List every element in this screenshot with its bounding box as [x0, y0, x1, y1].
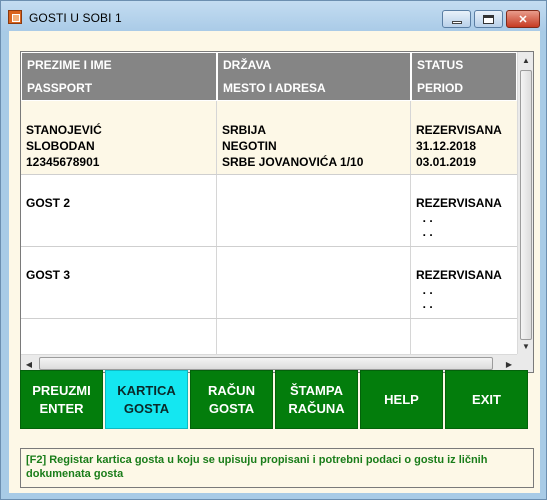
close-icon: ✕ [518, 13, 528, 26]
status-text: [F2] Registar kartica gosta u koju se up… [26, 454, 488, 480]
column-header-line2: PERIOD [417, 81, 464, 95]
column-header-line1: STATUS [417, 58, 464, 72]
racun-gosta-button[interactable]: RAČUN GOSTA [190, 370, 273, 429]
table-row[interactable] [21, 319, 517, 354]
help-status-bar: [F2] Registar kartica gosta u koju se up… [20, 448, 534, 488]
kartica-gosta-button[interactable]: KARTICA GOSTA [105, 370, 188, 429]
column-header-line2: PASSPORT [27, 81, 93, 95]
button-label: ŠTAMPA RAČUNA [288, 382, 345, 416]
close-button[interactable]: ✕ [506, 10, 540, 28]
column-header-name[interactable]: PREZIME I IME PASSPORT [21, 52, 217, 101]
cell-line: 31.12.2018 [416, 139, 477, 153]
scroll-up-icon[interactable]: ▲ [518, 52, 534, 68]
grid-header: PREZIME I IME PASSPORT DRŽAVA MESTO I AD… [21, 52, 517, 101]
window-title: GOSTI U SOBI 1 [29, 11, 122, 25]
horizontal-scroll-thumb[interactable] [39, 357, 493, 370]
exit-button[interactable]: EXIT [445, 370, 528, 429]
column-header-line1: PREZIME I IME [27, 58, 112, 72]
vertical-scrollbar[interactable]: ▲ ▼ [517, 52, 533, 354]
cell-name [21, 319, 217, 354]
stampa-racuna-button[interactable]: ŠTAMPA RAČUNA [275, 370, 358, 429]
grid-viewport: PREZIME I IME PASSPORT DRŽAVA MESTO I AD… [21, 52, 517, 354]
help-button[interactable]: HELP [360, 370, 443, 429]
column-header-country[interactable]: DRŽAVA MESTO I ADRESA [217, 52, 411, 101]
cell-country [217, 319, 411, 354]
window-client-area: PREZIME I IME PASSPORT DRŽAVA MESTO I AD… [9, 31, 540, 493]
column-header-status[interactable]: STATUS PERIOD [411, 52, 517, 101]
cell-name: GOST 3 [21, 247, 217, 318]
cell-line: SRBIJA [222, 123, 267, 137]
cell-line: GOST 3 [26, 268, 71, 282]
column-header-line2: MESTO I ADRESA [223, 81, 326, 95]
cell-line: SRBE JOVANOVIĆA 1/10 [222, 155, 364, 169]
cell-country [217, 247, 411, 318]
maximize-icon [483, 14, 494, 24]
app-icon [8, 10, 22, 24]
button-label: EXIT [472, 391, 501, 407]
preuzmi-button[interactable]: PREUZMI ENTER [20, 370, 103, 429]
cell-line: 12345678901 [26, 155, 100, 169]
cell-line: . . [416, 297, 433, 311]
cell-name: GOST 2 [21, 175, 217, 246]
column-header-line1: DRŽAVA [223, 58, 272, 72]
cell-status: REZERVISANA . . . . [411, 175, 517, 246]
cell-line: SLOBODAN [26, 139, 95, 153]
cell-line: REZERVISANA [416, 123, 502, 137]
button-label: PREUZMI ENTER [32, 382, 91, 416]
cell-line: GOST 2 [26, 196, 71, 210]
button-label: KARTICA GOSTA [117, 382, 176, 416]
maximize-button[interactable] [474, 10, 503, 28]
minimize-icon [451, 20, 462, 24]
vertical-scroll-thumb[interactable] [520, 70, 532, 340]
cell-country: SRBIJA NEGOTIN SRBE JOVANOVIĆA 1/10 [217, 101, 411, 174]
cell-line: . . [416, 225, 433, 239]
cell-line: 03.01.2019 [416, 155, 477, 169]
action-button-bar: PREUZMI ENTER KARTICA GOSTA RAČUN GOSTA … [20, 370, 530, 430]
cell-line: NEGOTIN [222, 139, 277, 153]
cell-line: STANOJEVIĆ [26, 123, 102, 137]
scroll-down-icon[interactable]: ▼ [518, 338, 534, 354]
minimize-button[interactable] [442, 10, 471, 28]
table-row[interactable]: GOST 2 REZERVISANA . . . . [21, 175, 517, 247]
cell-country [217, 175, 411, 246]
main-window: GOSTI U SOBI 1 ✕ PREZIME I IME PASSPORT … [0, 0, 547, 500]
cell-status: REZERVISANA 31.12.2018 03.01.2019 [411, 101, 517, 174]
table-row[interactable]: STANOJEVIĆ SLOBODAN 12345678901 SRBIJA N… [21, 101, 517, 175]
button-label: RAČUN GOSTA [208, 382, 255, 416]
guest-grid[interactable]: PREZIME I IME PASSPORT DRŽAVA MESTO I AD… [20, 51, 534, 373]
cell-name: STANOJEVIĆ SLOBODAN 12345678901 [21, 101, 217, 174]
cell-status: REZERVISANA . . . . [411, 247, 517, 318]
table-row[interactable]: GOST 3 REZERVISANA . . . . [21, 247, 517, 319]
button-label: HELP [384, 391, 419, 407]
title-bar[interactable]: GOSTI U SOBI 1 ✕ [1, 1, 546, 31]
